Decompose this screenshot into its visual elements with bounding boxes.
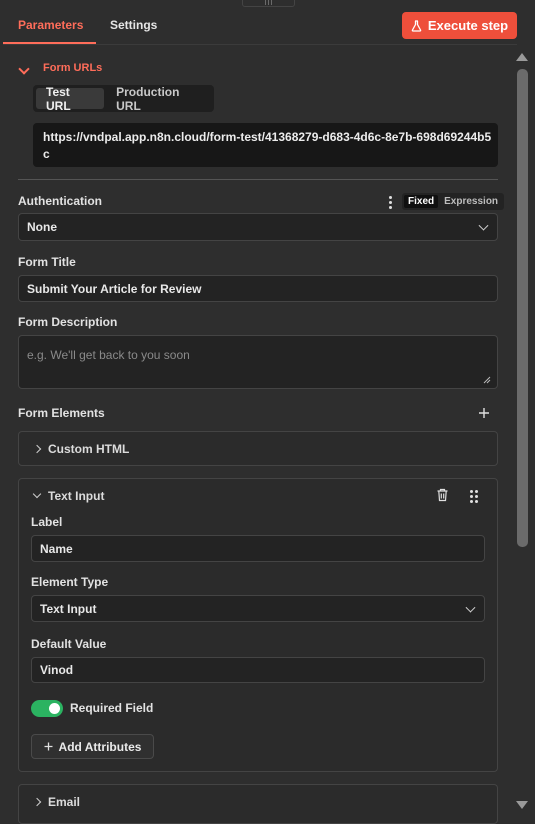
label-value: Name: [40, 541, 73, 556]
label-field-label: Label: [31, 515, 63, 529]
toggle-knob: [49, 703, 60, 714]
chevron-down-icon: [465, 602, 476, 613]
tab-settings[interactable]: Settings: [110, 18, 157, 32]
chevron-down-icon[interactable]: [32, 489, 42, 499]
production-url-tab[interactable]: Production URL: [106, 85, 211, 113]
required-field-toggle[interactable]: [31, 700, 63, 717]
form-url-display[interactable]: https://vndpal.app.n8n.cloud/form-test/4…: [33, 123, 498, 167]
element-type-value: Text Input: [40, 601, 97, 616]
test-url-tab[interactable]: Test URL: [36, 85, 105, 113]
form-url-line2: c: [43, 147, 50, 161]
authentication-label: Authentication: [18, 194, 102, 208]
form-title-value: Submit Your Article for Review: [27, 281, 202, 296]
more-options-icon[interactable]: [389, 196, 392, 209]
form-title-input[interactable]: Submit Your Article for Review: [18, 275, 498, 302]
form-urls-collapse-toggle[interactable]: [18, 62, 30, 76]
chevron-down-icon: [478, 220, 489, 231]
url-type-switch: Test URL Production URL: [33, 85, 214, 113]
scroll-down-arrow-icon[interactable]: [516, 801, 528, 809]
tabs-divider: [3, 44, 517, 45]
flask-icon: [411, 19, 422, 32]
default-value-input[interactable]: Vinod: [31, 657, 485, 683]
form-element-title: Email: [48, 795, 81, 809]
form-url-line1: https://vndpal.app.n8n.cloud/form-test/4…: [43, 130, 492, 144]
authentication-value: None: [27, 220, 57, 234]
form-element-title: Custom HTML: [48, 442, 130, 456]
chevron-right-icon: [32, 444, 42, 454]
execute-step-label: Execute step: [427, 18, 509, 33]
add-form-element-icon[interactable]: [478, 407, 490, 419]
form-element-text-input: Text Input: [18, 478, 498, 772]
trash-icon[interactable]: [436, 488, 449, 502]
scrollbar-thumb[interactable]: [517, 69, 528, 547]
chevron-right-icon: [32, 797, 42, 807]
expression-toggle[interactable]: Expression: [440, 195, 502, 208]
fixed-toggle[interactable]: Fixed: [404, 195, 439, 208]
add-attributes-button[interactable]: Add Attributes: [31, 734, 154, 759]
authentication-select[interactable]: None: [18, 213, 498, 241]
execute-step-button[interactable]: Execute step: [402, 12, 517, 39]
chevron-down-icon: [18, 63, 30, 75]
form-description-input[interactable]: e.g. We'll get back to you soon: [18, 335, 498, 389]
element-type-select[interactable]: Text Input: [31, 595, 485, 622]
fixed-expression-switch: Fixed Expression: [402, 193, 505, 210]
element-type-label: Element Type: [31, 575, 109, 589]
form-description-label: Form Description: [18, 315, 118, 329]
form-urls-title: Form URLs: [43, 62, 103, 74]
form-title-label: Form Title: [18, 255, 76, 269]
required-field-label: Required Field: [70, 701, 154, 715]
form-elements-label: Form Elements: [18, 406, 105, 420]
default-value-text: Vinod: [40, 663, 74, 677]
drag-reorder-icon[interactable]: [470, 490, 478, 503]
plus-icon: [44, 742, 53, 751]
form-element-email[interactable]: Email: [18, 784, 498, 824]
add-attributes-label: Add Attributes: [58, 739, 142, 754]
form-element-custom-html[interactable]: Custom HTML: [18, 431, 498, 466]
scroll-up-arrow-icon[interactable]: [516, 53, 528, 61]
resize-handle-icon[interactable]: [483, 376, 491, 384]
default-value-label: Default Value: [31, 637, 107, 651]
drag-handle-frame: [242, 0, 295, 7]
section-divider: [18, 179, 498, 180]
form-element-title: Text Input: [48, 489, 105, 503]
tab-parameters[interactable]: Parameters: [18, 18, 83, 32]
form-description-placeholder: e.g. We'll get back to you soon: [27, 348, 190, 362]
label-input[interactable]: Name: [31, 535, 485, 562]
